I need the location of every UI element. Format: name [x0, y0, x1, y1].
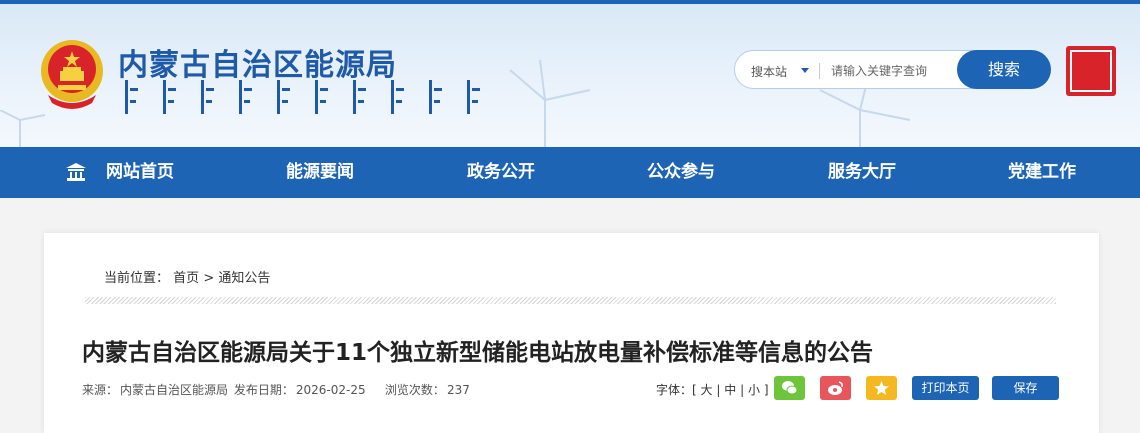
breadcrumb-separator: > — [203, 271, 215, 286]
search-scope-select[interactable]: 搜本站 — [751, 63, 787, 80]
breadcrumb-prefix: 当前位置： — [104, 271, 170, 286]
font-small-button[interactable]: 小 — [748, 383, 760, 397]
article-meta: 来源： 内蒙古自治区能源局 发布日期： 2026-02-25 浏览次数： 237 — [82, 381, 472, 398]
mongolian-script-title — [125, 80, 481, 114]
turbine-decoration — [0, 110, 46, 147]
home-icon — [66, 163, 86, 181]
site-title[interactable]: 内蒙古自治区能源局 — [118, 40, 397, 84]
search-box: 搜本站 搜索 — [734, 50, 1051, 89]
breadcrumb-home-link[interactable]: 首页 — [173, 271, 199, 286]
turbine-decoration — [509, 60, 591, 147]
header-top-line — [0, 0, 1140, 4]
views-value: 237 — [446, 383, 470, 397]
date-value: 2026-02-25 — [295, 383, 366, 397]
search-button[interactable]: 搜索 — [957, 50, 1051, 89]
font-size-label: 字体： — [656, 383, 693, 397]
star-icon — [874, 381, 889, 395]
breadcrumb: 当前位置： 首页 > 通知公告 — [104, 267, 270, 286]
source-label: 来源： — [82, 383, 119, 397]
print-button[interactable]: 打印本页 — [912, 376, 979, 400]
site-header: 内蒙古自治区能源局 搜本站 搜索 — [0, 0, 1140, 147]
article-card: 当前位置： 首页 > 通知公告 内蒙古自治区能源局关于11个独立新型储能电站放电… — [44, 233, 1099, 433]
font-medium-button[interactable]: 中 — [724, 383, 736, 397]
weibo-share-button[interactable] — [820, 376, 851, 400]
main-nav: 网站首页 能源要闻 政务公开 公众参与 服务大厅 党建工作 — [0, 147, 1140, 198]
national-emblem-icon — [41, 40, 103, 109]
article-title: 内蒙古自治区能源局关于11个独立新型储能电站放电量补偿标准等信息的公告 — [82, 340, 874, 366]
nav-item-home[interactable]: 网站首页 — [106, 147, 174, 198]
font-large-button[interactable]: 大 — [701, 383, 713, 397]
nav-item-government-affairs[interactable]: 政务公开 — [467, 147, 535, 198]
wechat-share-button[interactable] — [774, 376, 805, 400]
favorite-button[interactable] — [866, 376, 897, 400]
chevron-down-icon[interactable] — [801, 68, 809, 73]
mongolian-seal-logo[interactable] — [1066, 46, 1116, 96]
save-button[interactable]: 保存 — [992, 376, 1059, 400]
wechat-icon — [782, 381, 798, 395]
source-value: 内蒙古自治区能源局 — [120, 383, 229, 397]
views-label: 浏览次数： — [384, 383, 445, 397]
nav-item-energy-news[interactable]: 能源要闻 — [286, 147, 354, 198]
nav-item-service-hall[interactable]: 服务大厅 — [828, 147, 896, 198]
date-label: 发布日期： — [233, 383, 294, 397]
breadcrumb-divider — [85, 297, 1056, 304]
search-divider — [819, 63, 820, 79]
search-input[interactable] — [829, 61, 949, 81]
breadcrumb-current-link[interactable]: 通知公告 — [218, 271, 270, 286]
font-size-switcher: 字体：[ 大 | 中 | 小 ] — [656, 383, 769, 397]
nav-item-public-participation[interactable]: 公众参与 — [647, 147, 715, 198]
weibo-icon — [828, 381, 843, 395]
nav-item-party-building[interactable]: 党建工作 — [1008, 147, 1076, 198]
